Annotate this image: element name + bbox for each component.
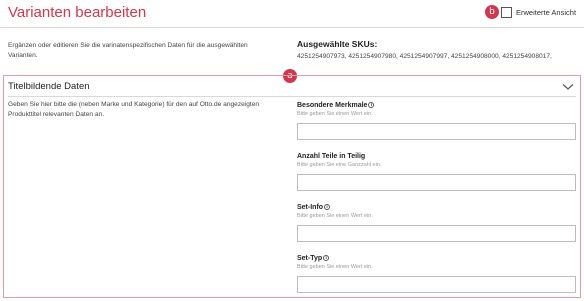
field-hint: Bitte geben Sie einen Wert ein. — [297, 111, 373, 117]
extended-view-label: Erweiterte Ansicht — [516, 8, 577, 17]
field-label: Set-Typ i — [297, 253, 576, 263]
page-title: Varianten bearbeiten — [8, 4, 147, 21]
field-label: Besondere Merkmale i — [297, 100, 576, 110]
title-data-section: Titelbildende Daten Geben Sie hier bitte… — [3, 75, 581, 298]
field-label-text: Set-Info — [297, 203, 324, 211]
selected-skus-list: 4251254907973, 4251254907980, 4251254907… — [297, 53, 552, 60]
field-label-text: Set-Typ — [297, 254, 323, 262]
set-info-input[interactable] — [297, 225, 576, 242]
info-icon[interactable]: i — [368, 102, 375, 108]
annotation-badge-b: b — [485, 5, 499, 19]
intro-text: Ergänzen oder editieren Sie die varinate… — [8, 42, 248, 59]
set-typ-input[interactable] — [297, 276, 576, 293]
field-hint: Bitte geben Sie einen Wert ein. — [297, 264, 373, 270]
selected-skus-title: Ausgewählte SKUs: — [297, 39, 378, 49]
field-label-text: Besondere Merkmale — [297, 101, 368, 109]
field-besondere-merkmale: Besondere Merkmale i Bitte geben Sie ein… — [297, 100, 576, 140]
field-set-info: Set-Info i Bitte geben Sie einen Wert ei… — [297, 202, 576, 242]
section-divider — [8, 96, 576, 97]
info-icon[interactable]: i — [324, 204, 331, 210]
section-description: Geben Sie hier bitte die (neben Marke un… — [8, 101, 260, 118]
field-set-typ: Set-Typ i Bitte geben Sie einen Wert ein… — [297, 253, 576, 293]
page-header: Varianten bearbeiten b Erweiterte Ansich… — [0, 0, 584, 28]
field-label: Set-Info i — [297, 202, 576, 212]
checkbox-icon[interactable] — [501, 7, 512, 18]
section-title: Titelbildende Daten — [8, 81, 90, 92]
field-label: Anzahl Teile in Teilig — [297, 151, 576, 161]
field-label-text: Anzahl Teile in Teilig — [297, 152, 366, 160]
field-hint: Bitte geben Sie eine Ganzzahl ein. — [297, 162, 382, 168]
field-hint: Bitte geben Sie einen Wert ein. — [297, 213, 373, 219]
besondere-merkmale-input[interactable] — [297, 123, 576, 140]
info-icon[interactable]: i — [323, 255, 330, 261]
field-anzahl-teile: Anzahl Teile in Teilig Bitte geben Sie e… — [297, 151, 576, 191]
extended-view-toggle[interactable]: Erweiterte Ansicht — [501, 6, 576, 19]
chevron-down-icon[interactable] — [562, 83, 574, 91]
anzahl-teile-input[interactable] — [297, 174, 576, 191]
